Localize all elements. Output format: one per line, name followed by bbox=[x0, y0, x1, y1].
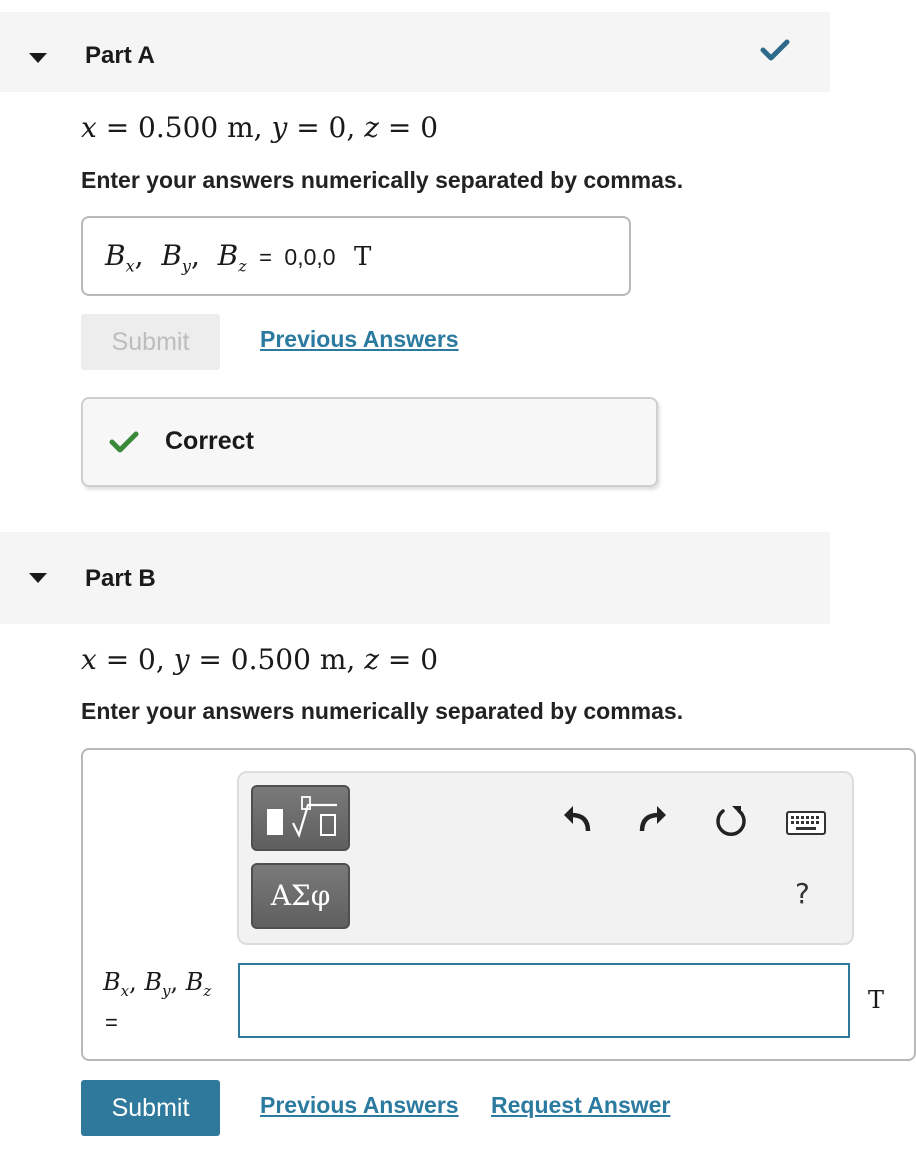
part-b-submit-button[interactable]: Submit bbox=[81, 1080, 220, 1136]
part-a-coordinates: x = 0.500 m, y = 0, z = 0 bbox=[81, 111, 439, 144]
part-a-title: Part A bbox=[85, 42, 155, 69]
part-b-previous-answers-link[interactable]: Previous Answers bbox=[260, 1092, 459, 1119]
part-a-answer-value: 0,0,0 bbox=[284, 244, 336, 270]
keyboard-icon[interactable] bbox=[786, 811, 826, 840]
part-b-answer-label: Bx, By, Bz bbox=[103, 968, 212, 1000]
b-label: B bbox=[105, 239, 126, 272]
help-button[interactable]: ? bbox=[795, 877, 810, 910]
collapse-caret-icon[interactable] bbox=[29, 573, 47, 583]
part-a-answer-content: Bx, By, Bz = 0,0,0 T bbox=[105, 239, 372, 276]
part-b-equals: = bbox=[105, 1010, 118, 1035]
greek-symbols-button[interactable]: ΑΣφ bbox=[251, 863, 350, 929]
part-a-instruction: Enter your answers numerically separated… bbox=[81, 167, 684, 193]
part-b-coordinates: x = 0, y = 0.500 m, z = 0 bbox=[81, 643, 439, 676]
part-b-request-answer-link[interactable]: Request Answer bbox=[491, 1092, 670, 1119]
part-a-answer-field[interactable]: Bx, By, Bz = 0,0,0 T bbox=[81, 216, 631, 296]
part-a-previous-answers-link[interactable]: Previous Answers bbox=[260, 326, 459, 353]
part-b-answer-panel: ΑΣφ ? Bx, By, Bz = T bbox=[81, 748, 916, 1061]
redo-icon[interactable] bbox=[637, 801, 669, 838]
part-b-instruction: Enter your answers numerically separated… bbox=[81, 698, 684, 724]
checkmark-icon bbox=[760, 38, 790, 67]
undo-icon[interactable] bbox=[561, 801, 593, 838]
feedback-text: Correct bbox=[165, 427, 254, 455]
part-a-feedback-box: Correct bbox=[81, 397, 658, 487]
part-b-title: Part B bbox=[85, 565, 156, 592]
unit-label: T bbox=[354, 242, 372, 272]
reset-icon[interactable] bbox=[713, 803, 749, 844]
part-b-answer-input[interactable] bbox=[238, 963, 850, 1038]
part-a-header[interactable]: Part A bbox=[0, 12, 830, 92]
part-a-submit-button[interactable]: Submit bbox=[81, 314, 220, 370]
correct-checkmark-icon bbox=[109, 429, 139, 460]
unit-label: T bbox=[868, 986, 885, 1014]
templates-sqrt-icon[interactable] bbox=[251, 785, 350, 851]
math-toolbar: ΑΣφ ? bbox=[237, 771, 854, 945]
part-b-header[interactable]: Part B bbox=[0, 532, 830, 624]
collapse-caret-icon[interactable] bbox=[29, 53, 47, 63]
